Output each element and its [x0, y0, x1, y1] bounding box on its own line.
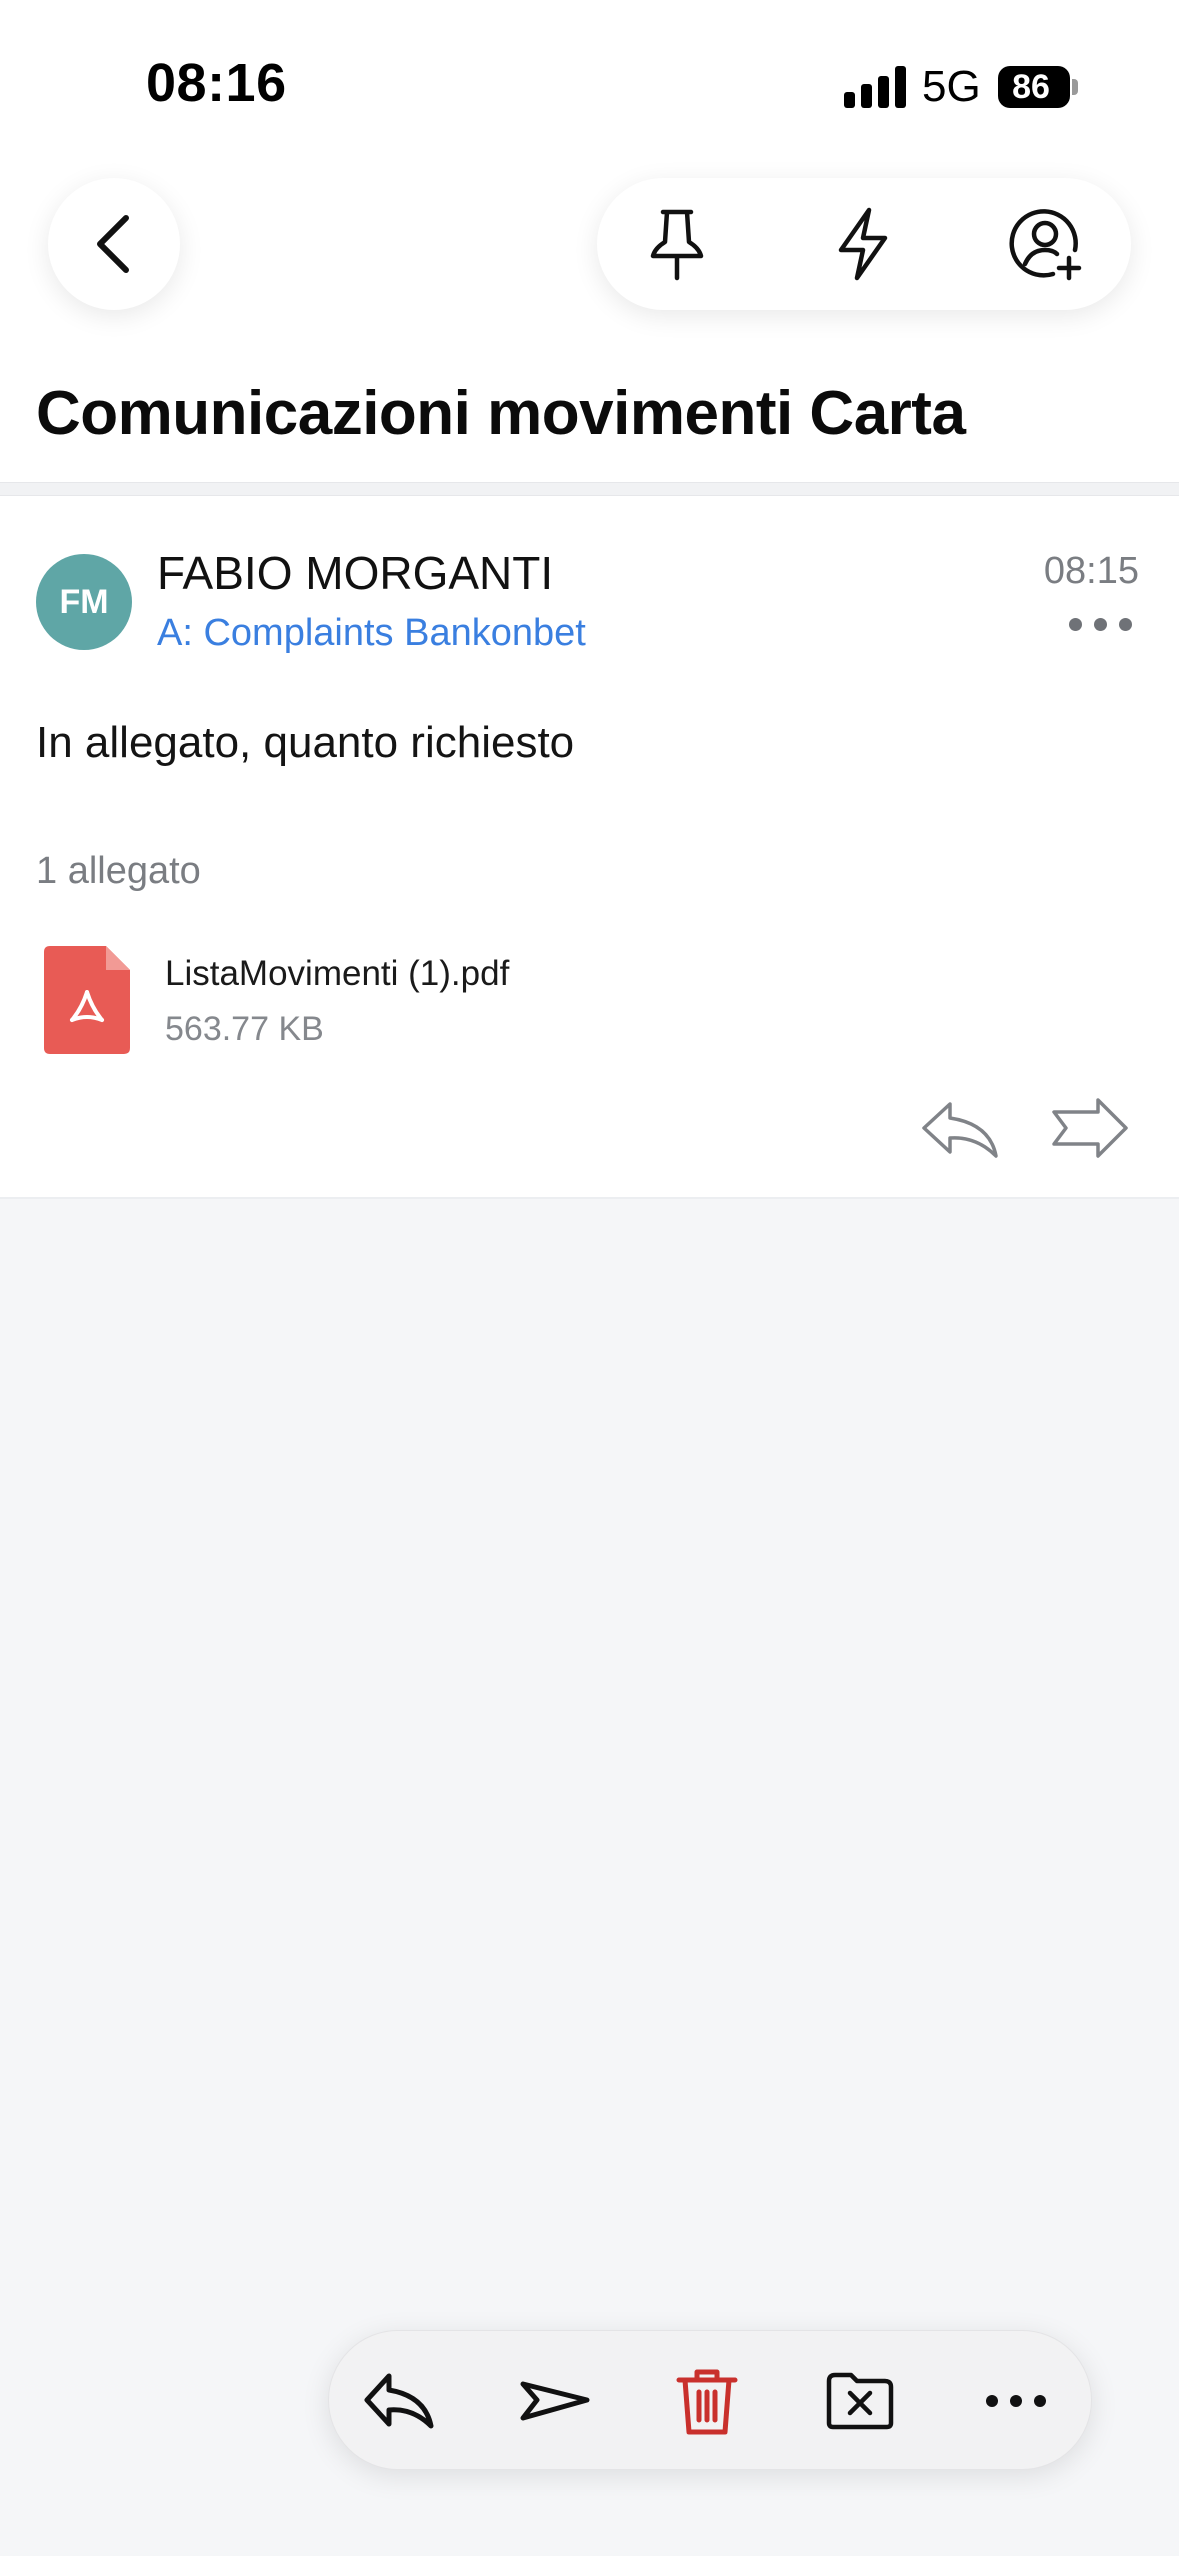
recipient-line[interactable]: A: Complaints Bankonbet — [157, 612, 586, 655]
delete-button[interactable] — [667, 2361, 747, 2441]
message-more-button[interactable] — [1069, 614, 1133, 634]
email-subject: Comunicazioni movimenti Carta — [36, 379, 966, 448]
forward-button[interactable] — [515, 2361, 595, 2441]
message-card: FM FABIO MORGANTI A: Complaints Bankonbe… — [0, 496, 1179, 1199]
message-time: 08:15 — [1043, 550, 1139, 592]
archive-icon — [826, 2372, 894, 2430]
network-label: 5G — [922, 62, 981, 111]
add-contact-icon — [1009, 209, 1082, 281]
sender-name[interactable]: FABIO MORGANTI — [157, 546, 553, 600]
lightning-icon — [838, 207, 888, 281]
header-area: 08:16 5G 86 Comunicazioni movimenti Cart… — [0, 0, 1179, 482]
pin-button[interactable] — [637, 204, 717, 284]
more-button[interactable] — [976, 2361, 1056, 2441]
pin-icon — [650, 209, 704, 281]
add-contact-button[interactable] — [1007, 204, 1087, 284]
message-body: In allegato, quanto richiesto — [36, 718, 575, 767]
battery-level: 86 — [1012, 68, 1050, 106]
signal-icon — [844, 66, 908, 108]
back-button[interactable] — [48, 178, 180, 310]
avatar[interactable]: FM — [36, 554, 132, 650]
quick-action-button[interactable] — [823, 204, 903, 284]
attachment-size: 563.77 KB — [165, 1010, 324, 1048]
divider — [0, 482, 1179, 496]
battery-icon: 86 — [998, 66, 1078, 108]
back-icon — [97, 215, 129, 273]
bottom-toolbar — [328, 2330, 1092, 2470]
reply-icon[interactable] — [920, 1094, 1002, 1164]
more-icon — [986, 2395, 1046, 2407]
header-actions — [597, 178, 1131, 310]
reply-button[interactable] — [359, 2361, 439, 2441]
attachments-count: 1 allegato — [36, 850, 201, 892]
trash-icon — [676, 2369, 738, 2435]
status-time: 08:16 — [146, 53, 287, 113]
attachment-name[interactable]: ListaMovimenti (1).pdf — [165, 954, 509, 994]
archive-button[interactable] — [820, 2361, 900, 2441]
forward-icon — [520, 2381, 590, 2421]
reply-icon — [364, 2373, 434, 2429]
pdf-file-icon[interactable] — [44, 946, 130, 1054]
forward-icon[interactable] — [1050, 1094, 1132, 1164]
